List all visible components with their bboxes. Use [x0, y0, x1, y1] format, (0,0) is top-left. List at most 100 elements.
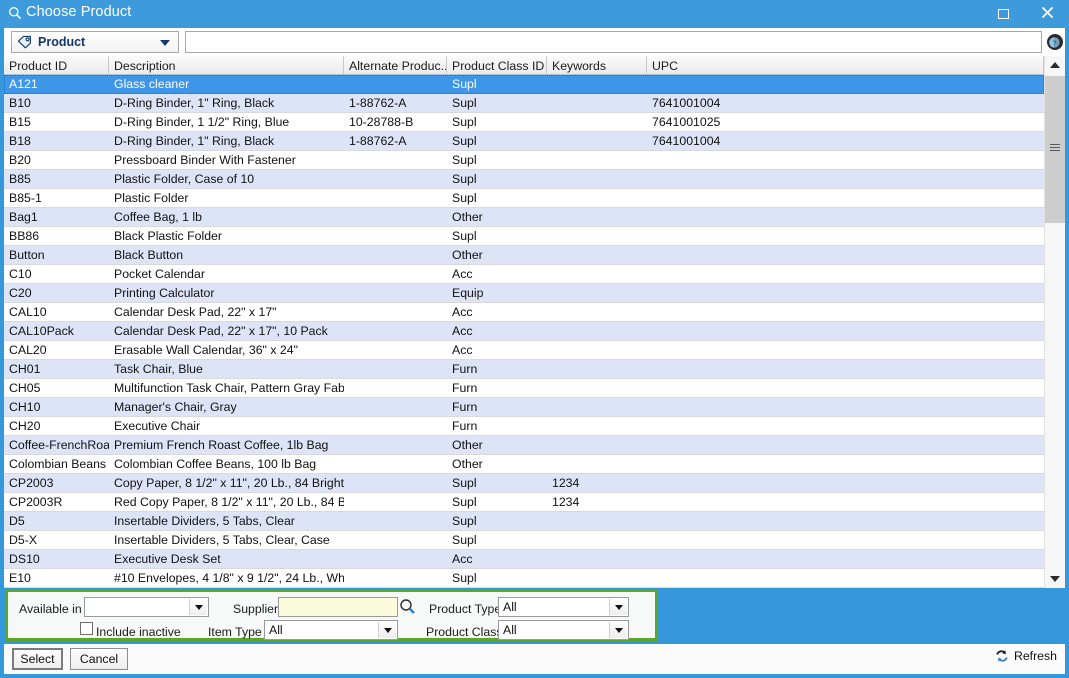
column-header-product-class-id[interactable]: Product Class ID — [447, 56, 547, 75]
product-type-value: All — [503, 600, 517, 614]
chevron-down-icon[interactable] — [189, 599, 207, 615]
table-row[interactable]: BB86 Black Plastic Folder Supl — [4, 227, 1044, 246]
column-header-alternate-product[interactable]: Alternate Produc... — [344, 56, 447, 75]
table-cell: Acc — [452, 324, 473, 338]
table-cell: Insertable Dividers, 5 Tabs, Clear, Case — [114, 533, 330, 547]
table-cell: Supl — [452, 153, 477, 167]
table-row[interactable]: CH10 Manager's Chair, Gray Furn — [4, 398, 1044, 417]
table-row[interactable]: B15 D-Ring Binder, 1 1/2" Ring, Blue 10-28… — [4, 113, 1044, 132]
scroll-down-button[interactable] — [1045, 570, 1065, 588]
page-title: Choose Product — [26, 4, 132, 20]
table-row[interactable]: DS10 Executive Desk Set Acc — [4, 550, 1044, 569]
table-row[interactable]: CAL10Pack Calendar Desk Pad, 22" x 17", 1… — [4, 322, 1044, 341]
table-cell: Multifunction Task Chair, Pattern Gray F… — [114, 381, 344, 395]
table-row[interactable]: CH05 Multifunction Task Chair, Pattern Gr… — [4, 379, 1044, 398]
table-row[interactable]: D5 Insertable Dividers, 5 Tabs, Clear Supl — [4, 512, 1044, 531]
tag-icon — [17, 35, 32, 49]
table-row[interactable]: C20 Printing Calculator Equip — [4, 284, 1044, 303]
table-row[interactable]: Colombian Beans Colombian Coffee Beans, 1… — [4, 455, 1044, 474]
refresh-button[interactable]: Refresh — [995, 649, 1057, 663]
entity-type-dropdown[interactable]: Product — [11, 31, 179, 53]
table-cell — [547, 455, 647, 473]
search-input[interactable] — [185, 31, 1042, 53]
table-cell — [647, 265, 747, 283]
vertical-scrollbar[interactable] — [1044, 56, 1065, 588]
column-header-keywords[interactable]: Keywords — [547, 56, 647, 75]
product-class-dropdown[interactable]: All — [498, 620, 629, 640]
refresh-label: Refresh — [1013, 649, 1057, 663]
close-button[interactable] — [1025, 0, 1069, 28]
table-cell: Executive Chair — [114, 419, 201, 433]
chevron-down-icon[interactable] — [609, 622, 627, 638]
column-header-description[interactable]: Description — [109, 56, 344, 75]
table-cell — [547, 284, 647, 302]
table-cell: Furn — [452, 400, 478, 414]
table-cell — [344, 474, 447, 492]
table-row[interactable]: Bag1 Coffee Bag, 1 lb Other — [4, 208, 1044, 227]
entity-type-label: Product — [38, 35, 86, 49]
grid-header-row: Product ID Description Alternate Produc.… — [4, 56, 1044, 75]
table-row[interactable]: B85 Plastic Folder, Case of 10 Supl — [4, 170, 1044, 189]
table-row[interactable]: A121 Glass cleaner Supl — [4, 75, 1044, 94]
table-cell: Furn — [452, 381, 478, 395]
item-type-label: Item Type — [208, 625, 262, 639]
table-cell — [647, 455, 747, 473]
table-row[interactable]: B10 D-Ring Binder, 1" Ring, Black 1-88762-… — [4, 94, 1044, 113]
table-row[interactable]: CP2003R Red Copy Paper, 8 1/2" x 11", 20 … — [4, 493, 1044, 512]
table-row-filler — [747, 379, 1044, 397]
table-row[interactable]: C10 Pocket Calendar Acc — [4, 265, 1044, 284]
table-row[interactable]: Button Black Button Other — [4, 246, 1044, 265]
table-cell: E10 — [9, 571, 31, 585]
select-button[interactable]: Select — [12, 648, 63, 670]
table-cell: CAL10 — [9, 305, 47, 319]
chevron-down-icon[interactable] — [378, 622, 396, 638]
table-cell: Supl — [452, 514, 477, 528]
table-cell — [344, 151, 447, 169]
column-header-product-id[interactable]: Product ID — [4, 56, 109, 75]
table-cell: Other — [452, 210, 483, 224]
table-cell — [547, 208, 647, 226]
table-cell — [647, 303, 747, 321]
table-row[interactable]: CP2003 Copy Paper, 8 1/2" x 11", 20 Lb., … — [4, 474, 1044, 493]
table-cell: Premium French Roast Coffee, 1lb Bag — [114, 438, 329, 452]
table-cell — [547, 75, 647, 93]
column-header-upc[interactable]: UPC — [647, 56, 1044, 75]
supplier-search-icon[interactable] — [399, 598, 416, 615]
table-row-filler — [747, 265, 1044, 283]
table-cell: Task Chair, Blue — [114, 362, 203, 376]
close-icon — [1041, 6, 1054, 22]
table-row[interactable]: B20 Pressboard Binder With Fastener Supl — [4, 151, 1044, 170]
table-row[interactable]: D5-X Insertable Dividers, 5 Tabs, Clear, … — [4, 531, 1044, 550]
table-row[interactable]: CH01 Task Chair, Blue Furn — [4, 360, 1044, 379]
table-cell: 1-88762-A — [349, 96, 407, 110]
table-cell — [547, 341, 647, 359]
table-row[interactable]: CH20 Executive Chair Furn — [4, 417, 1044, 436]
table-row[interactable]: B18 D-Ring Binder, 1" Ring, Black 1-88762-… — [4, 132, 1044, 151]
table-row[interactable]: E10 #10 Envelopes, 4 1/8" x 9 1/2", 24 Lb… — [4, 569, 1044, 588]
table-row[interactable]: CAL10 Calendar Desk Pad, 22" x 17" Acc — [4, 303, 1044, 322]
table-row[interactable]: Coffee-FrenchRoast Premium French Roast C… — [4, 436, 1044, 455]
product-type-dropdown[interactable]: All — [498, 597, 629, 617]
available-in-dropdown[interactable] — [84, 597, 209, 617]
table-cell: Acc — [452, 305, 473, 319]
table-cell — [344, 360, 447, 378]
grid-body[interactable]: A121 Glass cleaner Supl B10 D-Ring Binder, 1… — [4, 75, 1044, 588]
chevron-down-icon[interactable] — [609, 599, 627, 615]
table-row[interactable]: CAL20 Erasable Wall Calendar, 36" x 24" Ac… — [4, 341, 1044, 360]
table-cell: Other — [452, 248, 483, 262]
item-type-dropdown[interactable]: All — [264, 620, 398, 640]
table-row-filler — [747, 227, 1044, 245]
table-row[interactable]: B85-1 Plastic Folder Supl — [4, 189, 1044, 208]
scroll-up-button[interactable] — [1045, 56, 1065, 74]
table-cell — [344, 341, 447, 359]
scrollbar-thumb[interactable] — [1045, 76, 1065, 223]
include-inactive-label: Include inactive — [96, 625, 181, 639]
table-row-filler — [747, 455, 1044, 473]
supplier-input[interactable] — [278, 597, 398, 617]
globe-help-icon[interactable]: ? — [1045, 32, 1065, 52]
maximize-button[interactable] — [981, 0, 1025, 28]
cancel-button[interactable]: Cancel — [70, 648, 128, 670]
table-cell: DS10 — [9, 552, 40, 566]
include-inactive-checkbox[interactable] — [80, 622, 93, 635]
table-cell: Supl — [452, 77, 477, 91]
